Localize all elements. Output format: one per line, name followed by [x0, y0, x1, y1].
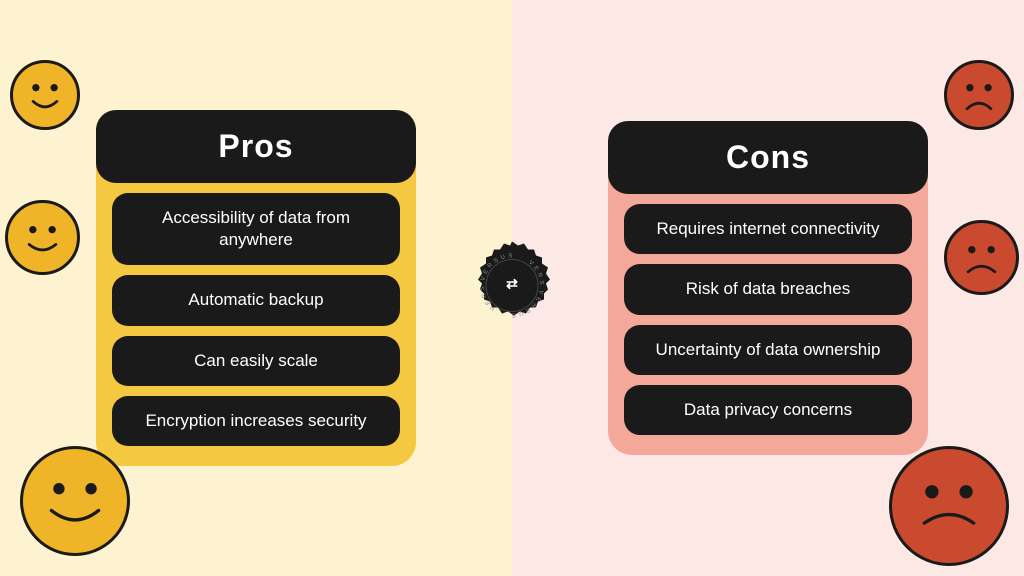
cons-item-3: Uncertainty of data ownership: [624, 325, 912, 375]
cons-title: Cons: [608, 139, 928, 176]
pros-item-4: Encryption increases security: [112, 396, 400, 446]
pros-items-list: Accessibility of data from anywhere Auto…: [96, 193, 416, 445]
cons-item-4: Data privacy concerns: [624, 385, 912, 435]
left-panel: Pros Accessibility of data from anywhere…: [0, 0, 512, 576]
happy-face-large: [20, 446, 130, 556]
versus-badge: ⇄ VERSUS · VERSUS · VERSUS · VERSUS ·: [464, 238, 560, 339]
sad-face-large: [889, 446, 1009, 566]
sad-face-small-mid: [944, 220, 1019, 295]
cons-item-1: Requires internet connectivity: [624, 204, 912, 254]
pros-item-2: Automatic backup: [112, 275, 400, 325]
pros-card: Pros Accessibility of data from anywhere…: [96, 110, 416, 465]
cons-item-2: Risk of data breaches: [624, 264, 912, 314]
cons-card: Cons Requires internet connectivity Risk…: [608, 121, 928, 454]
pros-item-1: Accessibility of data from anywhere: [112, 193, 400, 265]
pros-header: Pros: [96, 110, 416, 183]
pros-item-3: Can easily scale: [112, 336, 400, 386]
cons-header: Cons: [608, 121, 928, 194]
cons-items-list: Requires internet connectivity Risk of d…: [608, 204, 928, 434]
happy-face-small-mid: [5, 200, 80, 275]
right-panel: Cons Requires internet connectivity Risk…: [512, 0, 1024, 576]
svg-text:⇄: ⇄: [506, 276, 518, 292]
pros-title: Pros: [96, 128, 416, 165]
happy-face-small-top: [10, 60, 80, 130]
sad-face-small-top: [944, 60, 1014, 130]
